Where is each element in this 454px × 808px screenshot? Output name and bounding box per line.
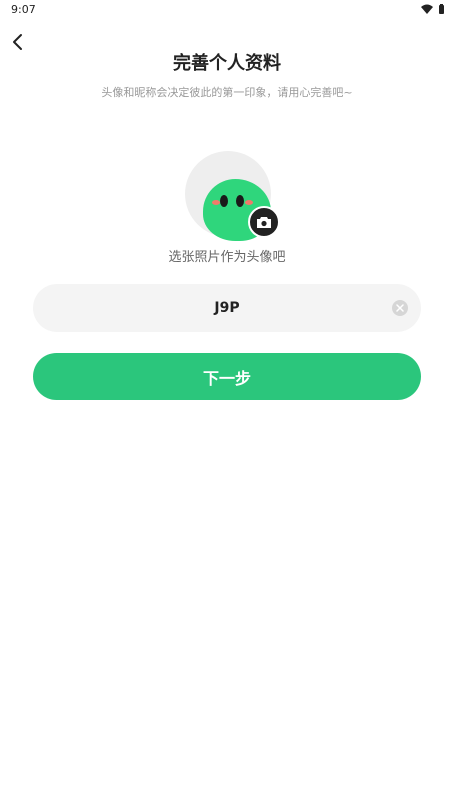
next-button[interactable]: 下一步 bbox=[33, 353, 421, 400]
eye-left bbox=[220, 195, 228, 207]
profile-setup-screen: 9:07 完善个人资料 头像和昵称会决定彼此的第一印象，请用心完善吧~ 选张照片… bbox=[0, 0, 454, 808]
blush-left bbox=[212, 200, 220, 205]
camera-button[interactable] bbox=[248, 206, 280, 238]
eye-right bbox=[236, 195, 244, 207]
camera-icon bbox=[257, 216, 271, 228]
nickname-input[interactable] bbox=[33, 284, 421, 332]
page-title: 完善个人资料 bbox=[173, 53, 281, 74]
avatar-picker[interactable] bbox=[183, 151, 283, 251]
nickname-field[interactable] bbox=[33, 284, 421, 332]
page-subtitle: 头像和昵称会决定彼此的第一印象，请用心完善吧~ bbox=[101, 86, 353, 99]
status-time: 9:07 bbox=[11, 3, 36, 16]
wifi-icon bbox=[421, 4, 433, 14]
status-bar: 9:07 bbox=[0, 0, 454, 20]
avatar-hint: 选张照片作为头像吧 bbox=[168, 250, 286, 265]
blush-right bbox=[245, 200, 253, 205]
clear-button[interactable] bbox=[392, 300, 408, 316]
status-icons bbox=[421, 3, 444, 14]
battery-icon bbox=[439, 3, 444, 14]
clear-icon bbox=[396, 304, 404, 312]
